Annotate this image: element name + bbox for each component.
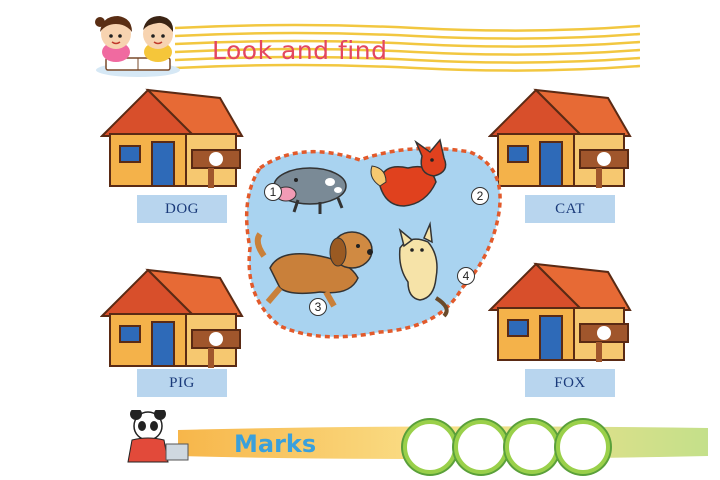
house-label-cat: CAT xyxy=(525,195,615,223)
house-label-pig: PIG xyxy=(137,369,227,397)
marks-label: Marks xyxy=(234,430,317,458)
mark-circle-2[interactable] xyxy=(454,420,508,474)
mark-circle-1[interactable] xyxy=(403,420,457,474)
reading-kids-illustration xyxy=(95,16,180,77)
house-label-fox: FOX xyxy=(525,369,615,397)
mark-circle-3[interactable] xyxy=(505,420,559,474)
animal-number-4: 4 xyxy=(457,267,475,285)
house-top-right xyxy=(488,88,632,188)
house-bottom-right xyxy=(488,262,632,362)
page-title: Look and find xyxy=(212,36,388,65)
animal-number-3: 3 xyxy=(309,298,327,316)
pond-with-animals xyxy=(244,138,502,339)
mark-circle-4[interactable] xyxy=(556,420,610,474)
animal-number-1: 1 xyxy=(264,183,282,201)
animal-number-2: 2 xyxy=(471,187,489,205)
house-bottom-left xyxy=(100,268,244,368)
house-label-dog: DOG xyxy=(137,195,227,223)
house-top-left xyxy=(100,88,244,188)
